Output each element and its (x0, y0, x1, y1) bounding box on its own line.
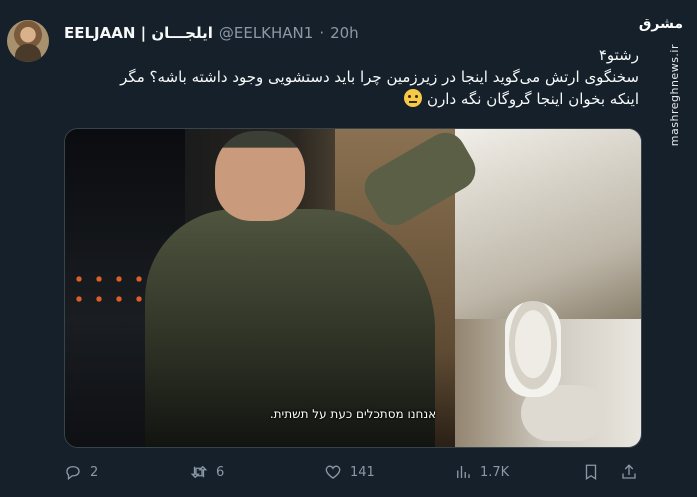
separator-dot: · (319, 24, 325, 42)
retweet-count: 6 (216, 464, 225, 480)
reply-button[interactable]: 2 (64, 460, 98, 484)
smiling-face-icon (404, 89, 423, 107)
share-icon (622, 464, 636, 479)
views-count: 1.7K (480, 464, 510, 480)
tweet-text: رشتو۴ سخنگوی ارتش می‌گوید اینجا در زیرزم… (59, 44, 639, 110)
tweet[interactable]: EELJAAN | ایلجـــان @EELKHAN1 · 20h رشتو… (0, 0, 697, 497)
like-button[interactable]: 141 (324, 460, 375, 484)
tweet-text-line: سخنگوی ارتش می‌گوید اینجا در زیرزمین چرا… (120, 68, 639, 86)
watermark-site: mashreghnews.ir (668, 44, 681, 147)
share-button[interactable] (620, 460, 638, 484)
tweet-actions: 2 6 141 1.7K (64, 460, 640, 484)
video-toilet-bowl (505, 301, 561, 397)
watermark: مشرق mashreghnews.ir (638, 8, 689, 146)
display-name[interactable]: EELJAAN | ایلجـــان (64, 24, 213, 42)
video-graffiti (69, 269, 149, 303)
like-count: 141 (350, 464, 375, 480)
bookmark-button[interactable] (582, 460, 600, 484)
heart-icon (325, 465, 341, 479)
retweet-button[interactable]: 6 (190, 460, 224, 484)
bookmark-icon (585, 464, 597, 481)
video-subtitle: אנחנו מסתכלים כעת על תשתית. (269, 407, 437, 421)
tweet-video[interactable]: אנחנו מסתכלים כעת על תשתית. (64, 128, 642, 448)
handle[interactable]: @EELKHAN1 (219, 24, 313, 42)
reply-icon (66, 466, 80, 481)
timestamp[interactable]: 20h (330, 24, 359, 42)
tweet-text-line: رشتو۴ (598, 46, 639, 64)
watermark-logo: مشرق (638, 16, 683, 32)
video-person-head (215, 131, 305, 221)
views-button[interactable]: 1.7K (454, 460, 509, 484)
tweet-header: EELJAAN | ایلجـــان @EELKHAN1 · 20h (64, 22, 359, 44)
reply-count: 2 (90, 464, 99, 480)
tweet-text-line-content: اینکه بخوان اینجا گروگان نگه دارن (427, 90, 639, 108)
avatar[interactable] (7, 20, 49, 62)
bar-chart-icon (457, 466, 470, 478)
tweet-text-line: اینکه بخوان اینجا گروگان نگه دارن (59, 88, 639, 110)
retweet-icon (190, 465, 208, 479)
